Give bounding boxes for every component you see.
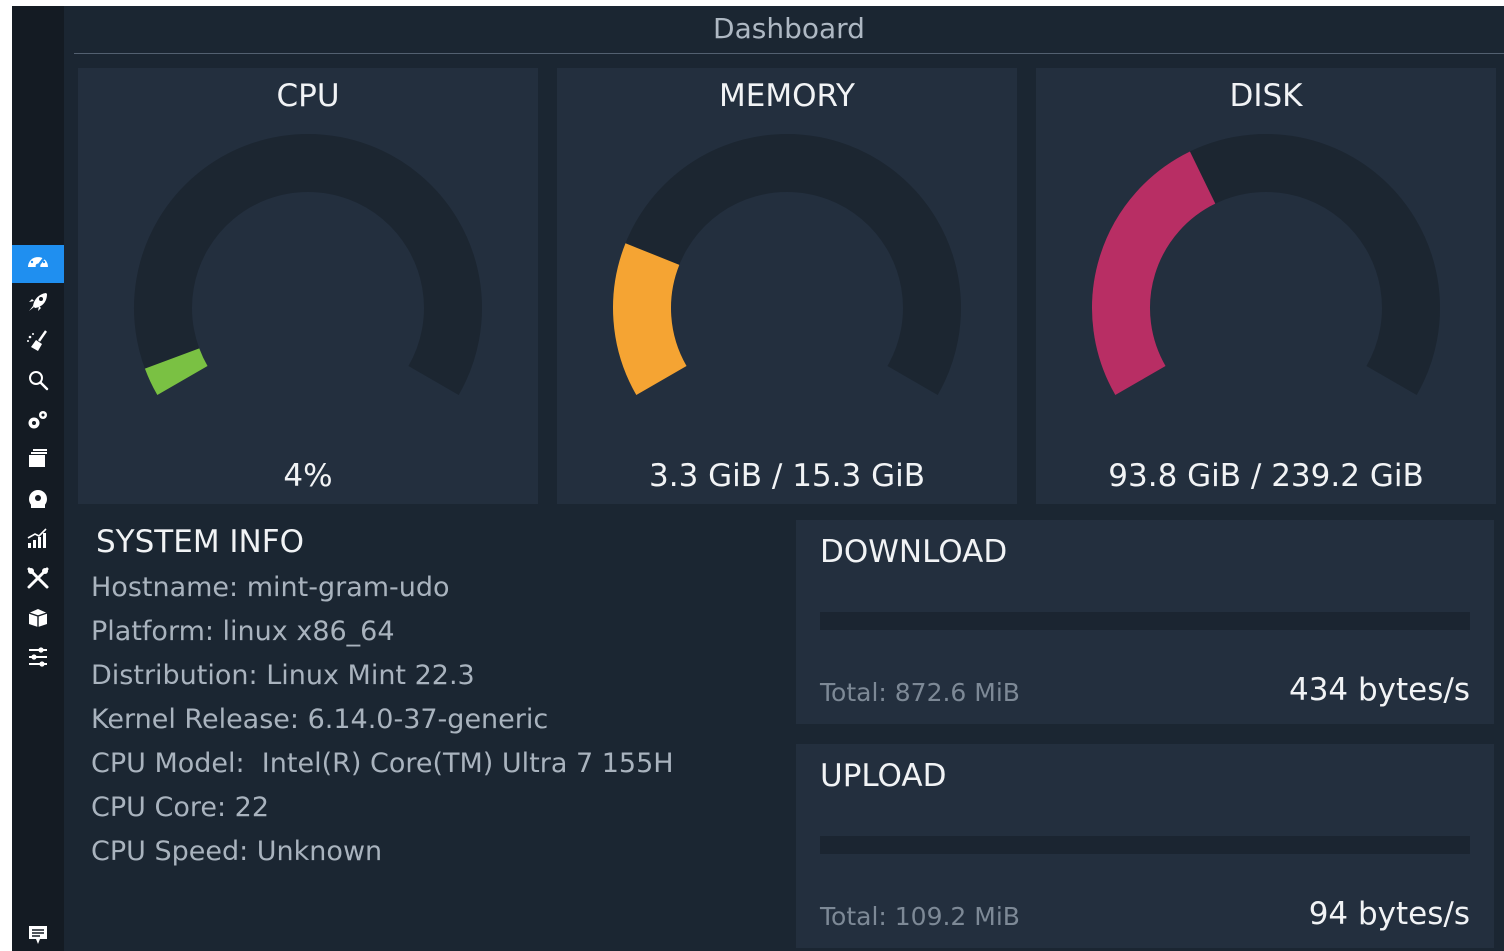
disk-gauge-title: DISK	[1229, 78, 1303, 114]
speedometer-icon	[25, 249, 51, 279]
system-info-kernel: Kernel Release: 6.14.0-37-generic	[91, 704, 549, 735]
page-title: Dashboard	[74, 6, 1504, 54]
cpu-gauge-value: 4%	[283, 458, 333, 494]
upload-progress-bar	[820, 836, 1470, 854]
broom-icon	[25, 328, 51, 358]
upload-title: UPLOAD	[820, 758, 947, 794]
rocket-icon	[25, 289, 51, 319]
sidebar-item-search[interactable]	[12, 363, 64, 401]
download-title: DOWNLOAD	[820, 534, 1008, 570]
memory-gauge-fill	[613, 243, 687, 395]
download-total: Total: 872.6 MiB	[820, 678, 1020, 707]
system-info-title: SYSTEM INFO	[96, 524, 304, 560]
sidebar-item-dashboard[interactable]	[12, 245, 64, 283]
memory-gauge-track	[613, 134, 961, 395]
system-info-cpu-model: CPU Model: Intel(R) Core(TM) Ultra 7 155…	[91, 748, 674, 779]
cpu-gauge	[134, 134, 482, 396]
package-icon	[25, 604, 51, 634]
tools-icon	[25, 565, 51, 595]
system-info-cpu-core: CPU Core: 22	[91, 792, 270, 823]
memory-gauge-value: 3.3 GiB / 15.3 GiB	[649, 458, 925, 494]
cards-icon	[25, 446, 51, 476]
sidebar-item-cleaner[interactable]	[12, 324, 64, 362]
sidebar-item-uninstaller[interactable]	[12, 482, 64, 520]
sidebar-item-resources[interactable]	[12, 522, 64, 560]
sidebar-item-services[interactable]	[12, 403, 64, 441]
sidebar-item-tools[interactable]	[12, 561, 64, 599]
notes-icon	[25, 922, 51, 951]
cpu-gauge-track	[134, 134, 482, 395]
download-rate: 434 bytes/s	[1288, 672, 1470, 708]
upload-total: Total: 109.2 MiB	[820, 902, 1020, 931]
sidebar-item-notes[interactable]	[12, 918, 64, 951]
sliders-icon	[25, 644, 51, 674]
memory-gauge-card: MEMORY 3.3 GiB / 15.3 GiB	[557, 68, 1017, 504]
upload-card: UPLOAD Total: 109.2 MiB 94 bytes/s	[796, 744, 1494, 948]
disk-gauge-card: DISK 93.8 GiB / 239.2 GiB	[1036, 68, 1496, 504]
sidebar-item-settings[interactable]	[12, 640, 64, 678]
gears-icon	[25, 407, 51, 437]
upload-rate: 94 bytes/s	[1308, 896, 1470, 932]
search-icon	[25, 367, 51, 397]
system-info-platform: Platform: linux x86_64	[91, 616, 395, 647]
chart-icon	[25, 526, 51, 556]
memory-gauge-title: MEMORY	[719, 78, 855, 114]
download-progress-bar	[820, 612, 1470, 630]
system-info-distribution: Distribution: Linux Mint 22.3	[91, 660, 475, 691]
cpu-gauge-card: CPU 4%	[78, 68, 538, 504]
cpu-gauge-fill	[144, 347, 208, 396]
system-info-cpu-speed: CPU Speed: Unknown	[91, 836, 383, 867]
sidebar-item-startup[interactable]	[12, 285, 64, 323]
system-info-panel: SYSTEM INFO Hostname: mint-gram-udo Plat…	[74, 518, 774, 898]
disk-gauge	[1092, 134, 1440, 395]
sidebar-item-packages[interactable]	[12, 600, 64, 638]
system-info-hostname: Hostname: mint-gram-udo	[91, 572, 450, 603]
cpu-gauge-title: CPU	[276, 78, 340, 114]
disk-gauge-fill	[1092, 151, 1216, 395]
sidebar-item-processes[interactable]	[12, 442, 64, 480]
disk-icon	[25, 486, 51, 516]
app-window: Dashboard CPU 4% MEMORY 3.3 GiB / 15.3 G…	[12, 6, 1504, 951]
memory-gauge	[613, 134, 961, 395]
disk-gauge-value: 93.8 GiB / 239.2 GiB	[1108, 458, 1424, 494]
download-card: DOWNLOAD Total: 872.6 MiB 434 bytes/s	[796, 520, 1494, 724]
sidebar	[12, 6, 64, 951]
